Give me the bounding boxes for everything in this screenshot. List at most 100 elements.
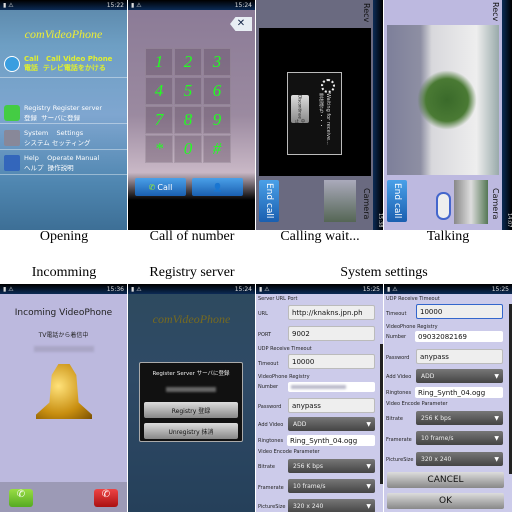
camera-preview <box>324 180 356 222</box>
camera-switch-icon[interactable] <box>436 192 451 220</box>
spinner-icon <box>321 79 335 93</box>
password-input[interactable]: anypass <box>288 398 375 413</box>
caption-talking: Talking <box>426 229 470 244</box>
label-timeout: Timeout <box>386 311 407 317</box>
settings-screen-1: ▮ ⚠ 15:25 Server URL Port URL http://knak… <box>256 284 383 512</box>
call-button[interactable]: ✆ Call <box>135 178 186 196</box>
label-number: Number <box>258 384 279 390</box>
ringtone-input[interactable]: Ring_Synth_04.ogg <box>287 435 375 446</box>
reject-button[interactable]: ✆ <box>94 489 118 507</box>
timeout-input[interactable]: 10000 <box>288 354 375 369</box>
dial-key[interactable]: # <box>203 135 231 163</box>
label-bitrate: Bitrate <box>258 464 275 470</box>
dial-key[interactable]: 4 <box>145 77 173 105</box>
label-ringtones: Ringtones <box>386 390 412 396</box>
contact-icon: 👤 <box>212 182 223 192</box>
menu-registry[interactable]: Registry Register server 登録 サーバに登録 <box>0 102 127 124</box>
phone-icon: ✆ <box>148 182 156 192</box>
label-bitrate: Bitrate <box>386 416 403 422</box>
status-bar: ▮ ⚠ 15:24 <box>128 0 255 10</box>
label-add-video: Add Video <box>386 374 412 380</box>
caption-calling: Calling wait... <box>280 229 360 244</box>
section-encode: Video Encode Parameter <box>386 401 448 407</box>
cancel-button[interactable]: CANCEL <box>387 472 504 488</box>
caption-settings: System settings <box>340 265 428 280</box>
help-icon <box>4 154 20 171</box>
add-video-select[interactable]: ADD <box>288 417 375 431</box>
dial-key[interactable]: 1 <box>145 48 173 76</box>
label-password: Password <box>258 404 282 410</box>
number-input[interactable] <box>288 382 375 392</box>
password-input[interactable]: anypass <box>416 349 503 364</box>
picture-size-select[interactable]: 320 x 240 <box>416 452 503 466</box>
scrollbar[interactable] <box>380 344 383 484</box>
recv-label: Recv <box>362 3 371 23</box>
caption-opening: Opening <box>39 229 89 244</box>
recv-video <box>387 25 499 175</box>
bitrate-select[interactable]: 256 K bps <box>416 411 503 425</box>
number-input[interactable]: 09032082169 <box>415 331 503 342</box>
menu-help[interactable]: Help Operate Manual ヘルプ 操作説明 <box>0 151 127 175</box>
add-video-select[interactable]: ADD <box>416 369 503 383</box>
framerate-select[interactable]: 10 frame/s <box>288 479 375 493</box>
dial-key[interactable]: 3 <box>203 48 231 76</box>
calling-screen: 15:38 Recv Waiting for receive... 受信待ち・・・… <box>256 0 383 230</box>
clock: 15:24 <box>234 285 252 293</box>
section-registry: VideoPhone Registry <box>258 374 310 380</box>
section-registry: VideoPhone Registry <box>386 324 438 330</box>
picture-size-select[interactable]: 320 x 240 <box>288 499 375 512</box>
bell-icon <box>36 364 92 419</box>
end-call-button[interactable]: End call <box>259 180 279 222</box>
dial-key[interactable]: 5 <box>174 77 202 105</box>
label-number: Number <box>386 334 407 340</box>
plant-image <box>417 70 477 130</box>
answer-button[interactable]: ✆ <box>9 489 33 507</box>
status-bar: ▮ ⚠ 15:25 <box>384 284 512 294</box>
discontinue-button[interactable]: Discontinue 中止 <box>291 95 309 123</box>
clock: 14:07 <box>506 212 512 227</box>
label-add-video: Add Video <box>258 422 284 428</box>
label-picture-size: PictureSize <box>386 457 414 463</box>
status-bar: 14:07 <box>502 0 512 230</box>
talking-screen: 14:07 Recv End call Camera <box>384 0 512 230</box>
clock: 15:24 <box>234 1 252 9</box>
register-dialog: Register Server サーバに登録 Registry 登録 Unreg… <box>139 362 243 442</box>
ok-button[interactable]: OK <box>387 493 504 509</box>
dial-key[interactable]: 2 <box>174 48 202 76</box>
dialog-title: Register Server サーバに登録 <box>152 371 230 377</box>
caller-number-blurred <box>34 346 94 352</box>
ringtone-input[interactable]: Ring_Synth_04.ogg <box>415 387 503 398</box>
status-bar: 15:38 <box>373 0 383 230</box>
status-bar: ▮ ⚠ 15:36 <box>0 284 127 294</box>
number-blurred <box>166 387 216 392</box>
url-input[interactable]: http://knakns.jpn.ph <box>288 305 375 320</box>
timeout-input[interactable]: 10000 <box>416 304 503 319</box>
label-framerate: Framerate <box>386 437 412 443</box>
menu-call[interactable]: Call Call Video Phone 電話 テレビ電話をかける <box>0 50 127 78</box>
dial-key[interactable]: 0 <box>174 135 202 163</box>
dial-key[interactable]: 7 <box>145 106 173 134</box>
status-bar: ▮ ⚠ 15:24 <box>128 284 255 294</box>
section-server: Server URL Port <box>258 296 298 302</box>
bitrate-select[interactable]: 256 K bps <box>288 459 375 473</box>
dial-key[interactable]: 6 <box>203 77 231 105</box>
app-title: comVideoPhone <box>152 312 231 326</box>
contacts-button[interactable]: 👤 <box>192 178 243 196</box>
port-input[interactable]: 9002 <box>288 326 375 341</box>
app-title: comVideoPhone <box>24 27 103 41</box>
label-timeout: Timeout <box>258 361 279 367</box>
dial-key[interactable]: 8 <box>174 106 202 134</box>
section-encode: Video Encode Parameter <box>258 449 320 455</box>
menu-system[interactable]: System Settings システム セッティング <box>0 126 127 150</box>
end-call-button[interactable]: End call <box>387 180 407 222</box>
dial-key[interactable]: * <box>145 135 173 163</box>
dial-key[interactable]: 9 <box>203 106 231 134</box>
registry-button[interactable]: Registry 登録 <box>144 402 238 418</box>
label-port: PORT <box>258 332 272 338</box>
section-udp: UDP Receive Timeout <box>386 296 440 302</box>
framerate-select[interactable]: 10 frame/s <box>416 431 503 445</box>
unregistry-button[interactable]: Unregistry 抹消 <box>144 423 238 439</box>
phone-icon <box>4 55 20 72</box>
close-button[interactable]: ✕ <box>230 17 252 31</box>
registry-screen: ▮ ⚠ 15:24 comVideoPhone Register Server サ… <box>128 284 255 512</box>
